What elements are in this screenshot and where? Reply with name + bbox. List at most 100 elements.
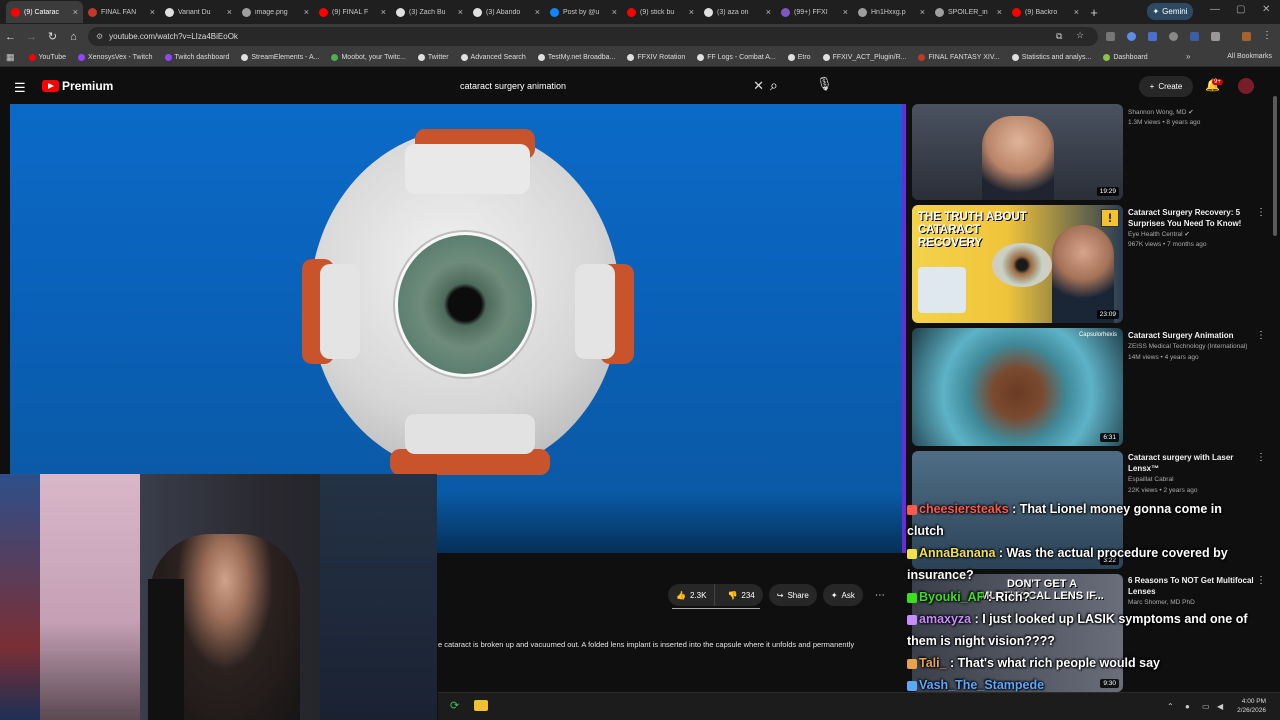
browser-tab[interactable]: (9) stick bu × <box>622 1 699 23</box>
browser-tab[interactable]: (3) Abando × <box>468 1 545 23</box>
mic-tray-icon[interactable]: ● <box>1185 702 1190 711</box>
app-icon[interactable]: ⟳ <box>450 699 459 712</box>
extension-icon[interactable] <box>1190 32 1199 41</box>
browser-tab[interactable]: Post by @u × <box>545 1 622 23</box>
bookmark-item[interactable]: YouTube <box>23 54 73 61</box>
recommendation-card[interactable]: THE TRUTH ABOUT CATARACT RECOVERY ! 23:0… <box>912 205 1268 323</box>
bookmark-item[interactable]: FINAL FANTASY XIV... <box>912 54 1005 61</box>
bookmark-item[interactable]: TestMy.net Broadba... <box>532 54 622 61</box>
bookmark-item[interactable]: XenosysVex - Twitch <box>72 54 158 61</box>
chat-username[interactable]: Byouki_AF <box>919 590 984 604</box>
extension-icon[interactable] <box>1127 32 1136 41</box>
bookmark-item[interactable]: FFXIV Rotation <box>621 54 691 61</box>
close-tab-icon[interactable]: × <box>535 7 540 17</box>
channel-name[interactable]: ZEISS Medical Technology (International) <box>1128 343 1247 350</box>
profile-icon[interactable] <box>1242 32 1251 41</box>
close-tab-icon[interactable]: × <box>304 7 309 17</box>
video-title[interactable]: Cataract Surgery Animation <box>1128 330 1256 341</box>
close-window-icon[interactable]: ✕ <box>1262 4 1270 15</box>
maximize-icon[interactable]: ▢ <box>1236 4 1245 15</box>
extension-icon[interactable] <box>1148 32 1157 41</box>
dislike-button[interactable]: 👎 234 <box>719 584 762 606</box>
browser-tab[interactable]: (3) aza on × <box>699 1 776 23</box>
browser-tab[interactable]: Variant Du × <box>160 1 237 23</box>
mic-icon[interactable]: 🎙 <box>816 76 833 92</box>
site-info-icon[interactable]: ⚙ <box>96 32 103 41</box>
video-title[interactable]: Cataract Surgery Recovery: 5 Surprises Y… <box>1128 207 1256 229</box>
back-icon[interactable]: ← <box>0 31 21 43</box>
channel-name[interactable]: Shannon Wong, MD ✔ <box>1128 108 1194 116</box>
youtube-logo[interactable]: Premium <box>42 79 113 93</box>
chat-username[interactable]: Tali_ <box>919 656 947 670</box>
close-tab-icon[interactable]: × <box>458 7 463 17</box>
close-tab-icon[interactable]: × <box>1074 7 1079 17</box>
close-tab-icon[interactable]: × <box>997 7 1002 17</box>
bookmark-item[interactable]: Twitter <box>412 54 455 61</box>
more-options-icon[interactable]: ⋮ <box>1256 452 1266 463</box>
close-tab-icon[interactable]: × <box>150 7 155 17</box>
home-icon[interactable]: ⌂ <box>63 31 84 43</box>
create-button[interactable]: + Create <box>1139 76 1193 97</box>
chat-username[interactable]: Vash_The_Stampede <box>919 678 1044 692</box>
puzzle-icon[interactable] <box>1211 32 1220 41</box>
video-title[interactable]: Cataract surgery with Laser Lensx™ <box>1128 452 1256 474</box>
menu-kebab-icon[interactable]: ⋮ <box>1262 30 1272 41</box>
bookmark-item[interactable]: Dashboard <box>1097 54 1153 61</box>
video-thumbnail[interactable]: Capsulorhexis 6:31 <box>912 328 1123 446</box>
close-tab-icon[interactable]: × <box>227 7 232 17</box>
cast-icon[interactable]: ⧉ <box>1056 31 1062 42</box>
browser-tab[interactable]: image.png × <box>237 1 314 23</box>
apps-icon[interactable]: ▦ <box>6 52 15 63</box>
hamburger-menu-icon[interactable]: ☰ <box>14 80 26 96</box>
close-tab-icon[interactable]: × <box>73 7 78 17</box>
search-input[interactable]: cataract surgery animation ✕ <box>448 73 770 99</box>
browser-tab[interactable]: (3) Zach Bu × <box>391 1 468 23</box>
browser-tab[interactable]: FINAL FAN × <box>83 1 160 23</box>
bookmark-item[interactable]: FFXIV_ACT_Plugin/R... <box>817 54 913 61</box>
all-bookmarks[interactable]: All Bookmarks <box>1227 53 1272 60</box>
bookmark-star-icon[interactable]: ☆ <box>1076 30 1084 41</box>
more-options-icon[interactable]: ⋮ <box>1256 330 1266 341</box>
close-tab-icon[interactable]: × <box>612 7 617 17</box>
forward-icon[interactable]: → <box>21 31 42 43</box>
bookmark-item[interactable]: Statistics and analys... <box>1006 54 1098 61</box>
close-tab-icon[interactable]: × <box>689 7 694 17</box>
chevron-up-icon[interactable]: ⌃ <box>1167 702 1174 711</box>
bookmark-item[interactable]: Moobot, your Twitc... <box>325 54 411 61</box>
bookmark-item[interactable]: Advanced Search <box>455 54 532 61</box>
chat-username[interactable]: cheesiersteaks <box>919 502 1009 516</box>
browser-tab[interactable]: (9) Backro × <box>1007 1 1084 23</box>
chat-username[interactable]: AnnaBanana <box>919 546 995 560</box>
recommendation-card[interactable]: Capsulorhexis 6:31 Cataract Surgery Anim… <box>912 328 1268 446</box>
avatar[interactable] <box>1238 78 1254 94</box>
close-tab-icon[interactable]: × <box>766 7 771 17</box>
close-tab-icon[interactable]: × <box>920 7 925 17</box>
channel-name[interactable]: Espaillat Cabral <box>1128 476 1174 483</box>
bookmark-item[interactable]: Etro <box>782 54 817 61</box>
address-bar[interactable]: ⚙ youtube.com/watch?v=LIza4BiEoOk ⧉ ☆ <box>88 27 1098 46</box>
channel-name[interactable]: Eye Health Central ✔ <box>1128 230 1190 238</box>
browser-tab[interactable]: SPOILER_in × <box>930 1 1007 23</box>
more-options-icon[interactable]: ⋮ <box>1256 575 1266 586</box>
like-button[interactable]: 👍 2.3K <box>668 584 716 606</box>
extension-icon[interactable] <box>1169 32 1178 41</box>
browser-tab[interactable]: (99+) FFXI × <box>776 1 853 23</box>
chat-username[interactable]: amaxyza <box>919 612 971 626</box>
clear-search-icon[interactable]: ✕ <box>753 78 764 94</box>
file-explorer-icon[interactable] <box>474 700 488 711</box>
share-button[interactable]: ↪ Share <box>768 584 817 606</box>
video-thumbnail[interactable]: 19:29 <box>912 104 1123 200</box>
video-description[interactable]: e cataract is broken up and vacuumed out… <box>438 640 898 649</box>
more-actions-icon[interactable]: ⋯ <box>869 584 891 606</box>
more-options-icon[interactable]: ⋮ <box>1256 207 1266 218</box>
search-icon[interactable]: ⌕ <box>770 77 778 94</box>
extension-icon[interactable] <box>1106 32 1115 41</box>
clock[interactable]: 4:00 PM 2/26/2026 <box>1237 697 1266 715</box>
recommendation-card[interactable]: 19:29 Shannon Wong, MD ✔ 1.3M views • 8 … <box>912 104 1268 200</box>
network-icon[interactable]: ▭ <box>1202 702 1210 711</box>
browser-tab[interactable]: Hn1Hxxg.p × <box>853 1 930 23</box>
new-tab-icon[interactable]: + <box>1084 5 1104 20</box>
video-thumbnail[interactable]: THE TRUTH ABOUT CATARACT RECOVERY ! 23:0… <box>912 205 1123 323</box>
page-scrollbar[interactable] <box>1273 96 1277 236</box>
bookmark-item[interactable]: Twitch dashboard <box>159 54 236 61</box>
